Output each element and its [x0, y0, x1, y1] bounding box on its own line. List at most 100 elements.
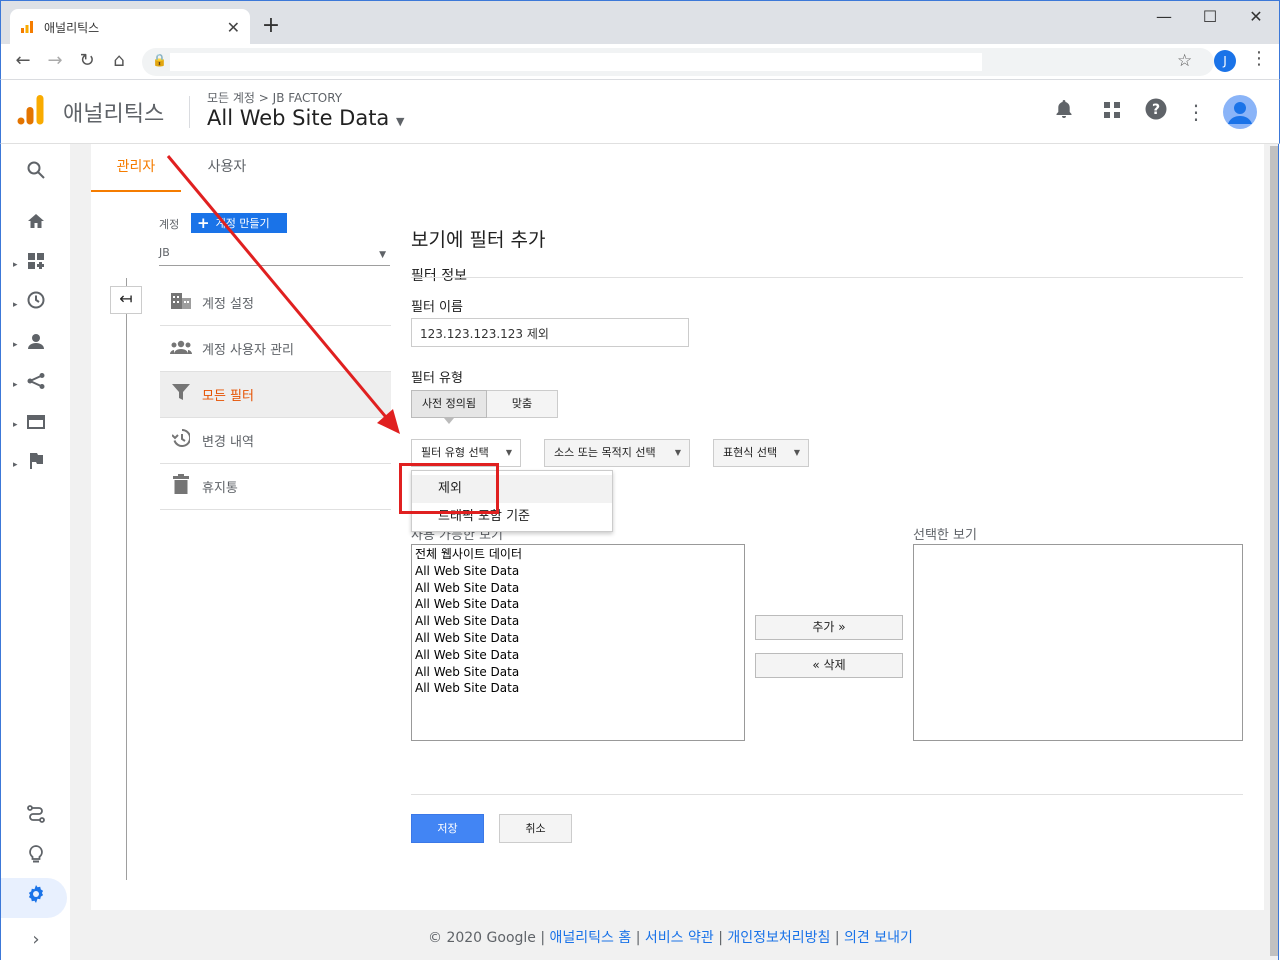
admin-gear-icon[interactable]: [1, 878, 71, 918]
add-view-button[interactable]: 추가 »: [755, 615, 903, 640]
menu-item-user-management[interactable]: 계정 사용자 관리: [160, 326, 391, 372]
highlight-box: [399, 463, 499, 514]
column-guide-line: [126, 278, 127, 880]
menu-item-label: 휴지통: [202, 481, 238, 496]
address-bar[interactable]: 🔒 ☆: [142, 48, 1214, 76]
maximize-icon[interactable]: ☐: [1187, 5, 1233, 31]
section-divider: [411, 277, 1243, 278]
profile-avatar[interactable]: J: [1214, 50, 1236, 72]
caret-down-icon: ▼: [505, 448, 512, 457]
breadcrumb[interactable]: 모든 계정 > JB FACTORY: [207, 89, 342, 106]
menu-item-label: 모든 필터: [202, 389, 254, 404]
home-icon[interactable]: ⌂: [106, 50, 132, 74]
search-icon[interactable]: [1, 154, 71, 194]
scrollbar-thumb[interactable]: [1270, 146, 1278, 956]
audience-person-icon[interactable]: [1, 324, 71, 364]
list-item[interactable]: All Web Site Data: [415, 580, 741, 597]
footer-link-feedback[interactable]: 의견 보내기: [844, 930, 913, 946]
header-divider: [189, 96, 190, 128]
caret-down-icon: ▼: [674, 448, 681, 457]
segment-custom-button[interactable]: 맞춤: [487, 390, 558, 418]
menu-item-trash[interactable]: 휴지통: [160, 464, 391, 510]
minimize-icon[interactable]: —: [1141, 5, 1187, 31]
filter-name-label: 필터 이름: [411, 300, 463, 315]
admin-tabs-bar: [91, 144, 1264, 192]
left-nav-rail: ▸ ▸ ▸ ▸ ▸ ▸ ›: [0, 144, 70, 960]
list-item[interactable]: All Web Site Data: [415, 630, 741, 647]
expression-dropdown[interactable]: 표현식 선택 ▼: [713, 439, 809, 467]
account-label: 계정: [159, 218, 180, 231]
browser-tab[interactable]: 애널리틱스 ✕: [10, 9, 250, 45]
reload-icon[interactable]: ↻: [74, 50, 100, 74]
menu-item-label: 계정 사용자 관리: [202, 343, 294, 358]
new-tab-button[interactable]: +: [257, 13, 285, 38]
list-item[interactable]: All Web Site Data: [415, 613, 741, 630]
browser-toolbar: ← → ↻ ⌂ 🔒 ☆: [0, 44, 1280, 80]
account-select-value: JB: [159, 246, 170, 259]
close-window-icon[interactable]: ✕: [1233, 5, 1279, 31]
svg-text:?: ?: [1152, 102, 1160, 118]
conversions-flag-icon[interactable]: [1, 444, 71, 484]
more-vert-icon[interactable]: ⋮: [1182, 98, 1210, 126]
close-tab-icon[interactable]: ✕: [227, 18, 240, 37]
footer-link-terms[interactable]: 서비스 약관: [645, 930, 714, 946]
bookmark-star-icon[interactable]: ☆: [1177, 51, 1192, 71]
section-label: 필터 정보: [411, 268, 467, 284]
list-item[interactable]: 전체 웹사이트 데이터: [415, 546, 741, 563]
available-views-list[interactable]: 전체 웹사이트 데이터 All Web Site Data All Web Si…: [411, 544, 745, 741]
menu-item-label: 계정 설정: [202, 297, 254, 312]
create-account-label: 계정 만들기: [215, 217, 270, 230]
remove-view-button[interactable]: « 삭제: [755, 653, 903, 678]
filter-icon: [160, 383, 202, 406]
cancel-button[interactable]: 취소: [499, 814, 572, 843]
acquisition-icon[interactable]: [1, 364, 71, 404]
footer-link-home[interactable]: 애널리틱스 홈: [550, 930, 632, 946]
menu-item-account-settings[interactable]: 계정 설정: [160, 280, 391, 326]
tab-title: 애널리틱스: [44, 20, 100, 35]
list-item[interactable]: All Web Site Data: [415, 563, 741, 580]
segment-predefined-button[interactable]: 사전 정의됨: [411, 390, 487, 418]
list-item[interactable]: All Web Site Data: [415, 680, 741, 697]
analytics-logo-icon[interactable]: [17, 94, 45, 126]
notification-bell-icon[interactable]: [1050, 98, 1078, 126]
list-item[interactable]: All Web Site Data: [415, 596, 741, 613]
list-item[interactable]: All Web Site Data: [415, 647, 741, 664]
browser-menu-icon[interactable]: ⋮: [1250, 48, 1268, 69]
list-item[interactable]: All Web Site Data: [415, 664, 741, 681]
building-icon: [160, 291, 202, 314]
create-account-button[interactable]: + 계정 만들기: [191, 213, 287, 233]
customization-icon[interactable]: [1, 244, 71, 284]
back-icon[interactable]: ←: [10, 50, 36, 74]
attribution-icon[interactable]: [1, 798, 71, 838]
dropdown-label: 표현식 선택: [723, 446, 778, 459]
apps-grid-icon[interactable]: [1098, 98, 1126, 126]
tab-user[interactable]: 사용자: [190, 144, 264, 192]
form-bottom-divider: [411, 794, 1243, 795]
property-selector[interactable]: All Web Site Data ▼: [207, 106, 404, 130]
account-avatar-icon[interactable]: [1223, 95, 1257, 129]
url-field[interactable]: [170, 53, 982, 71]
collapse-chevron-icon[interactable]: ›: [1, 920, 71, 960]
help-icon[interactable]: ?: [1142, 98, 1170, 126]
selected-views-list[interactable]: [913, 544, 1243, 741]
home-nav-icon[interactable]: [1, 204, 71, 244]
realtime-clock-icon[interactable]: [1, 284, 71, 324]
account-select[interactable]: JB ▼: [159, 244, 390, 266]
caret-down-icon: ▼: [396, 115, 405, 128]
back-arrow-button[interactable]: ↤: [110, 286, 142, 314]
menu-item-change-history[interactable]: 변경 내역: [160, 418, 391, 464]
dropdown-label: 소스 또는 목적지 선택: [554, 446, 656, 459]
caret-down-icon: ▼: [379, 250, 386, 260]
forward-icon[interactable]: →: [42, 50, 68, 74]
discover-lightbulb-icon[interactable]: [1, 838, 71, 878]
save-button[interactable]: 저장: [411, 814, 484, 843]
filter-type-label: 필터 유형: [411, 371, 463, 386]
filter-name-input[interactable]: 123.123.123.123 제외: [411, 318, 689, 347]
behavior-icon[interactable]: [1, 404, 71, 444]
footer-link-privacy[interactable]: 개인정보처리방침: [727, 930, 830, 946]
selected-views-label: 선택한 보기: [913, 528, 977, 543]
source-destination-dropdown[interactable]: 소스 또는 목적지 선택 ▼: [544, 439, 690, 467]
tab-admin[interactable]: 관리자: [91, 144, 181, 192]
property-name: All Web Site Data: [207, 106, 390, 130]
menu-item-all-filters[interactable]: 모든 필터: [160, 372, 391, 418]
